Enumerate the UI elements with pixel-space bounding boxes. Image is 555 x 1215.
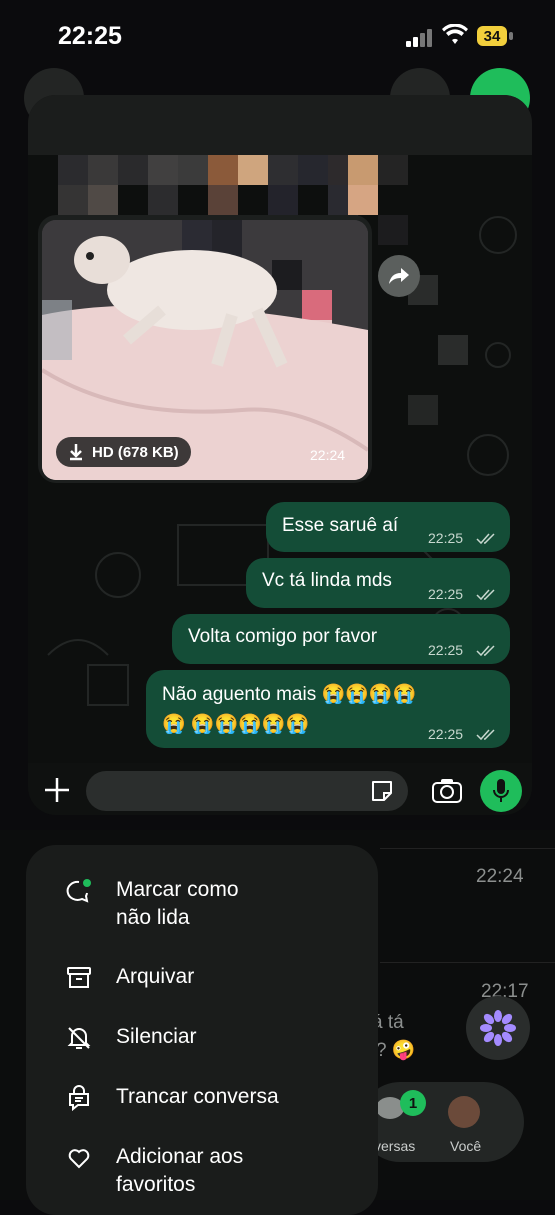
menu-item-label: Arquivar	[116, 965, 195, 988]
you-label: Você	[450, 1138, 482, 1154]
heart-icon	[68, 1149, 90, 1169]
message-text: Não aguento mais 😭😭😭😭😭 😭😭😭😭😭	[162, 684, 417, 735]
image-time: 22:24	[310, 447, 346, 463]
camera-icon[interactable]	[431, 778, 463, 804]
chat-preview[interactable]: HD (678 KB) 22:24 Esse saruê aí 22:25 Vc…	[28, 95, 532, 815]
chat-row-time: 22:24	[476, 866, 524, 887]
microphone-button[interactable]	[480, 770, 522, 812]
archive-icon	[67, 967, 91, 988]
menu-item-label: Silenciar	[116, 1025, 197, 1048]
menu-item-mark-unread[interactable]: Marcar como não lida	[66, 876, 276, 932]
outgoing-message[interactable]: Volta comigo por favor 22:25	[172, 614, 510, 664]
menu-item-label: Trancar conversa	[116, 1085, 279, 1108]
hd-label: HD (678 KB)	[92, 443, 179, 461]
outgoing-message[interactable]: Vc tá linda mds 22:25	[246, 558, 510, 608]
context-menu: Marcar como não lida Arquivar Silenciar …	[26, 845, 378, 1215]
message-time: 22:25	[428, 586, 464, 602]
read-receipt-icon	[476, 645, 495, 657]
message-time: 22:25	[428, 530, 464, 546]
tab-you[interactable]: Você	[444, 1082, 514, 1162]
message-time: 22:25	[428, 642, 464, 658]
menu-item-label: Adicionar aos favoritos	[116, 1145, 244, 1196]
microphone-icon	[493, 779, 509, 802]
chat-row-divider	[380, 962, 555, 963]
mark-unread-icon	[66, 879, 91, 903]
lock-chat-icon	[69, 1085, 89, 1111]
read-receipt-icon	[476, 589, 495, 601]
read-receipt-icon	[476, 533, 495, 545]
battery-indicator: 34	[477, 26, 507, 46]
chat-row-divider	[380, 848, 555, 849]
meta-ai-icon	[480, 1010, 516, 1046]
plus-icon[interactable]	[42, 775, 72, 805]
mute-bell-icon	[67, 1027, 91, 1049]
sticker-icon[interactable]	[370, 779, 394, 803]
menu-item-favorite[interactable]: Adicionar aos favoritos	[66, 1143, 276, 1199]
avatar	[448, 1096, 480, 1128]
chat-row-snippet: ? 🤪	[376, 1040, 416, 1061]
image-message[interactable]: HD (678 KB) 22:24	[38, 215, 372, 483]
forward-button[interactable]	[378, 255, 420, 297]
wifi-icon	[442, 24, 468, 44]
cellular-signal-icon	[406, 29, 434, 47]
preview-header	[28, 95, 532, 155]
meta-ai-button[interactable]	[466, 996, 530, 1060]
message-text: Volta comigo por favor	[188, 626, 378, 647]
status-time: 22:25	[58, 22, 122, 50]
menu-item-lock-chat[interactable]: Trancar conversa	[66, 1083, 279, 1111]
tab-bar: 1 versas Você	[360, 1082, 524, 1162]
message-time: 22:25	[428, 726, 464, 742]
menu-item-label: Marcar como não lida	[116, 878, 239, 929]
read-receipt-icon	[476, 729, 495, 741]
message-input[interactable]	[86, 771, 408, 811]
hd-download-button[interactable]: HD (678 KB)	[56, 437, 191, 467]
message-text: Vc tá linda mds	[262, 570, 392, 591]
forward-icon	[389, 268, 409, 284]
menu-item-mute[interactable]: Silenciar	[66, 1023, 197, 1051]
outgoing-message[interactable]: Esse saruê aí 22:25	[266, 502, 510, 552]
battery-tip	[509, 32, 513, 40]
download-icon	[70, 444, 82, 461]
chats-badge: 1	[400, 1090, 426, 1116]
message-text: Esse saruê aí	[282, 515, 399, 536]
chats-label: versas	[374, 1138, 416, 1154]
outgoing-message[interactable]: Não aguento mais 😭😭😭😭😭 😭😭😭😭😭 22:25	[146, 670, 510, 748]
menu-item-archive[interactable]: Arquivar	[66, 963, 194, 991]
